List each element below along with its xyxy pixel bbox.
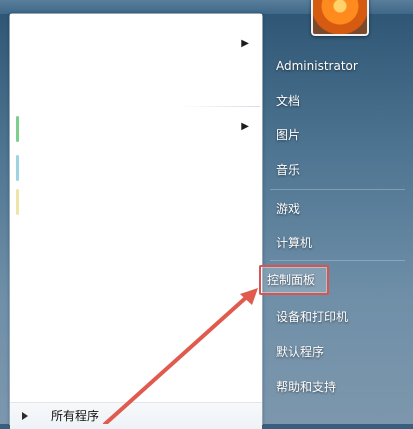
pinned-program-item-2[interactable]: ▶ <box>13 109 259 149</box>
all-programs-button[interactable]: 所有程序 <box>10 402 262 429</box>
all-programs-label: 所有程序 <box>51 409 100 423</box>
start-menu-right-panel: Administrator 文档 图片 音乐 游戏 计算机 控制面板 设备和打印… <box>259 0 413 424</box>
menu-item-games[interactable]: 游戏 <box>270 196 410 222</box>
user-avatar-icon[interactable] <box>311 0 369 36</box>
menu-item-computer[interactable]: 计算机 <box>270 230 410 256</box>
menu-separator <box>270 189 405 190</box>
chevron-right-icon[interactable]: ▶ <box>241 122 249 132</box>
start-menu-left-panel: ▶ ▶ 所有程序 <box>9 13 263 429</box>
menu-item-music[interactable]: 音乐 <box>270 157 410 183</box>
menu-item-pictures[interactable]: 图片 <box>270 122 410 148</box>
menu-item-control-panel[interactable]: 控制面板 <box>259 265 329 295</box>
menu-item-help-support[interactable]: 帮助和支持 <box>270 374 410 400</box>
menu-item-default-programs[interactable]: 默认程序 <box>270 339 410 365</box>
menu-item-documents[interactable]: 文档 <box>270 88 410 114</box>
avatar-image <box>313 0 367 34</box>
program-icon <box>16 155 19 181</box>
chevron-right-icon[interactable]: ▶ <box>241 39 249 49</box>
menu-item-administrator[interactable]: Administrator <box>270 53 410 79</box>
recent-program-item-2[interactable] <box>13 182 259 222</box>
triangle-right-icon <box>22 412 28 420</box>
menu-separator <box>270 260 405 261</box>
program-icon <box>16 189 19 215</box>
program-separator <box>180 106 260 107</box>
program-list: ▶ ▶ <box>10 14 262 394</box>
program-icon <box>16 116 19 142</box>
pinned-program-item-1[interactable]: ▶ <box>13 26 259 66</box>
menu-item-devices-printers[interactable]: 设备和打印机 <box>270 304 410 330</box>
